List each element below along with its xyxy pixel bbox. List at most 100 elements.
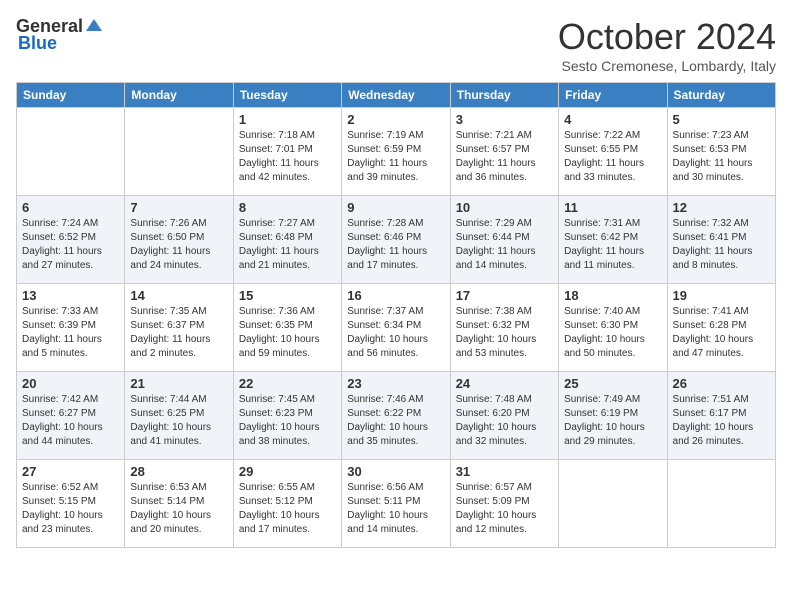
title-block: October 2024 Sesto Cremonese, Lombardy, … bbox=[558, 16, 776, 74]
day-info: Sunrise: 7:31 AM Sunset: 6:42 PM Dayligh… bbox=[564, 217, 661, 273]
day-info: Sunrise: 7:42 AM Sunset: 6:27 PM Dayligh… bbox=[22, 393, 119, 449]
day-number: 24 bbox=[456, 376, 553, 391]
day-info: Sunrise: 7:33 AM Sunset: 6:39 PM Dayligh… bbox=[22, 305, 119, 361]
day-header-sunday: Sunday bbox=[17, 83, 125, 108]
day-info: Sunrise: 7:46 AM Sunset: 6:22 PM Dayligh… bbox=[347, 393, 444, 449]
day-number: 11 bbox=[564, 200, 661, 215]
day-number: 3 bbox=[456, 112, 553, 127]
day-info: Sunrise: 7:22 AM Sunset: 6:55 PM Dayligh… bbox=[564, 129, 661, 185]
day-info: Sunrise: 7:41 AM Sunset: 6:28 PM Dayligh… bbox=[673, 305, 770, 361]
calendar-header-row: SundayMondayTuesdayWednesdayThursdayFrid… bbox=[17, 83, 776, 108]
day-number: 15 bbox=[239, 288, 336, 303]
day-header-thursday: Thursday bbox=[450, 83, 558, 108]
week-row-4: 20 Sunrise: 7:42 AM Sunset: 6:27 PM Dayli… bbox=[17, 372, 776, 460]
day-info: Sunrise: 7:51 AM Sunset: 6:17 PM Dayligh… bbox=[673, 393, 770, 449]
calendar-table: SundayMondayTuesdayWednesdayThursdayFrid… bbox=[16, 82, 776, 548]
logo-blue: Blue bbox=[18, 33, 57, 54]
calendar-cell: 30Sunrise: 6:56 AM Sunset: 5:11 PM Dayli… bbox=[342, 460, 450, 548]
calendar-cell: 9 Sunrise: 7:28 AM Sunset: 6:46 PM Daylig… bbox=[342, 196, 450, 284]
logo: General Blue bbox=[16, 16, 105, 54]
calendar-cell: 17Sunrise: 7:38 AM Sunset: 6:32 PM Dayli… bbox=[450, 284, 558, 372]
day-number: 26 bbox=[673, 376, 770, 391]
day-number: 14 bbox=[130, 288, 227, 303]
calendar-cell: 11 Sunrise: 7:31 AM Sunset: 6:42 PM Dayli… bbox=[559, 196, 667, 284]
calendar-cell: 3 Sunrise: 7:21 AM Sunset: 6:57 PM Daylig… bbox=[450, 108, 558, 196]
day-info: Sunrise: 7:23 AM Sunset: 6:53 PM Dayligh… bbox=[673, 129, 770, 185]
week-row-5: 27 Sunrise: 6:52 AM Sunset: 5:15 PM Dayli… bbox=[17, 460, 776, 548]
calendar-cell: 8 Sunrise: 7:27 AM Sunset: 6:48 PM Daylig… bbox=[233, 196, 341, 284]
day-info: Sunrise: 7:32 AM Sunset: 6:41 PM Dayligh… bbox=[673, 217, 770, 273]
calendar-cell: 12 Sunrise: 7:32 AM Sunset: 6:41 PM Dayli… bbox=[667, 196, 775, 284]
day-number: 9 bbox=[347, 200, 444, 215]
calendar-cell: 24 Sunrise: 7:48 AM Sunset: 6:20 PM Dayli… bbox=[450, 372, 558, 460]
day-header-saturday: Saturday bbox=[667, 83, 775, 108]
day-info: Sunrise: 7:19 AM Sunset: 6:59 PM Dayligh… bbox=[347, 129, 444, 185]
day-number: 23 bbox=[347, 376, 444, 391]
day-info: Sunrise: 7:36 AM Sunset: 6:35 PM Dayligh… bbox=[239, 305, 336, 361]
day-number: 27 bbox=[22, 464, 119, 479]
day-number: 13 bbox=[22, 288, 119, 303]
day-number: 10 bbox=[456, 200, 553, 215]
day-header-monday: Monday bbox=[125, 83, 233, 108]
day-info: Sunrise: 7:38 AM Sunset: 6:32 PM Dayligh… bbox=[456, 305, 553, 361]
calendar-cell: 20 Sunrise: 7:42 AM Sunset: 6:27 PM Dayli… bbox=[17, 372, 125, 460]
day-number: 22 bbox=[239, 376, 336, 391]
calendar-cell bbox=[125, 108, 233, 196]
calendar-cell: 6Sunrise: 7:24 AM Sunset: 6:52 PM Daylig… bbox=[17, 196, 125, 284]
week-row-3: 13 Sunrise: 7:33 AM Sunset: 6:39 PM Dayli… bbox=[17, 284, 776, 372]
calendar-cell: 23 Sunrise: 7:46 AM Sunset: 6:22 PM Dayli… bbox=[342, 372, 450, 460]
day-number: 31 bbox=[456, 464, 553, 479]
calendar-cell: 1 Sunrise: 7:18 AM Sunset: 7:01 PM Daylig… bbox=[233, 108, 341, 196]
day-number: 1 bbox=[239, 112, 336, 127]
calendar-cell: 28 Sunrise: 6:53 AM Sunset: 5:14 PM Dayli… bbox=[125, 460, 233, 548]
day-number: 8 bbox=[239, 200, 336, 215]
calendar-cell: 19Sunrise: 7:41 AM Sunset: 6:28 PM Dayli… bbox=[667, 284, 775, 372]
day-info: Sunrise: 7:49 AM Sunset: 6:19 PM Dayligh… bbox=[564, 393, 661, 449]
calendar-cell bbox=[559, 460, 667, 548]
day-info: Sunrise: 7:27 AM Sunset: 6:48 PM Dayligh… bbox=[239, 217, 336, 273]
day-info: Sunrise: 6:52 AM Sunset: 5:15 PM Dayligh… bbox=[22, 481, 119, 537]
day-info: Sunrise: 6:53 AM Sunset: 5:14 PM Dayligh… bbox=[130, 481, 227, 537]
calendar-cell: 18Sunrise: 7:40 AM Sunset: 6:30 PM Dayli… bbox=[559, 284, 667, 372]
day-info: Sunrise: 7:48 AM Sunset: 6:20 PM Dayligh… bbox=[456, 393, 553, 449]
day-info: Sunrise: 6:55 AM Sunset: 5:12 PM Dayligh… bbox=[239, 481, 336, 537]
day-number: 29 bbox=[239, 464, 336, 479]
calendar-cell: 5 Sunrise: 7:23 AM Sunset: 6:53 PM Daylig… bbox=[667, 108, 775, 196]
calendar-cell: 25Sunrise: 7:49 AM Sunset: 6:19 PM Dayli… bbox=[559, 372, 667, 460]
day-number: 18 bbox=[564, 288, 661, 303]
calendar-cell: 16 Sunrise: 7:37 AM Sunset: 6:34 PM Dayli… bbox=[342, 284, 450, 372]
day-info: Sunrise: 7:29 AM Sunset: 6:44 PM Dayligh… bbox=[456, 217, 553, 273]
calendar-cell: 7Sunrise: 7:26 AM Sunset: 6:50 PM Daylig… bbox=[125, 196, 233, 284]
day-info: Sunrise: 7:21 AM Sunset: 6:57 PM Dayligh… bbox=[456, 129, 553, 185]
day-info: Sunrise: 7:18 AM Sunset: 7:01 PM Dayligh… bbox=[239, 129, 336, 185]
week-row-2: 6Sunrise: 7:24 AM Sunset: 6:52 PM Daylig… bbox=[17, 196, 776, 284]
day-number: 28 bbox=[130, 464, 227, 479]
calendar-cell: 15 Sunrise: 7:36 AM Sunset: 6:35 PM Dayli… bbox=[233, 284, 341, 372]
calendar-cell: 29 Sunrise: 6:55 AM Sunset: 5:12 PM Dayli… bbox=[233, 460, 341, 548]
calendar-cell bbox=[667, 460, 775, 548]
day-number: 2 bbox=[347, 112, 444, 127]
calendar-cell: 21Sunrise: 7:44 AM Sunset: 6:25 PM Dayli… bbox=[125, 372, 233, 460]
calendar-cell: 26 Sunrise: 7:51 AM Sunset: 6:17 PM Dayli… bbox=[667, 372, 775, 460]
day-info: Sunrise: 7:26 AM Sunset: 6:50 PM Dayligh… bbox=[130, 217, 227, 273]
day-number: 12 bbox=[673, 200, 770, 215]
page-header: General Blue October 2024 Sesto Cremones… bbox=[16, 16, 776, 74]
day-info: Sunrise: 7:37 AM Sunset: 6:34 PM Dayligh… bbox=[347, 305, 444, 361]
day-info: Sunrise: 7:28 AM Sunset: 6:46 PM Dayligh… bbox=[347, 217, 444, 273]
day-number: 5 bbox=[673, 112, 770, 127]
location-subtitle: Sesto Cremonese, Lombardy, Italy bbox=[558, 58, 776, 74]
day-number: 6 bbox=[22, 200, 119, 215]
calendar-cell: 31 Sunrise: 6:57 AM Sunset: 5:09 PM Dayli… bbox=[450, 460, 558, 548]
calendar-cell bbox=[17, 108, 125, 196]
calendar-cell: 27 Sunrise: 6:52 AM Sunset: 5:15 PM Dayli… bbox=[17, 460, 125, 548]
calendar-cell: 10 Sunrise: 7:29 AM Sunset: 6:44 PM Dayli… bbox=[450, 196, 558, 284]
day-number: 16 bbox=[347, 288, 444, 303]
calendar-cell: 2 Sunrise: 7:19 AM Sunset: 6:59 PM Daylig… bbox=[342, 108, 450, 196]
day-header-friday: Friday bbox=[559, 83, 667, 108]
day-info: Sunrise: 7:35 AM Sunset: 6:37 PM Dayligh… bbox=[130, 305, 227, 361]
logo-icon bbox=[84, 17, 104, 37]
day-number: 30 bbox=[347, 464, 444, 479]
day-info: Sunrise: 6:57 AM Sunset: 5:09 PM Dayligh… bbox=[456, 481, 553, 537]
day-number: 20 bbox=[22, 376, 119, 391]
month-title: October 2024 bbox=[558, 16, 776, 58]
